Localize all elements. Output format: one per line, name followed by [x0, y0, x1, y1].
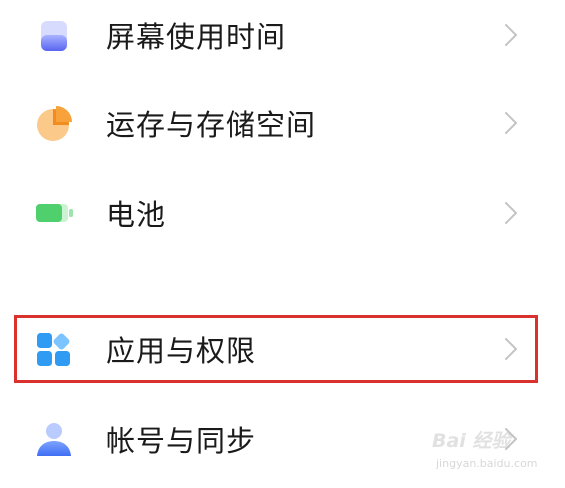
chevron-right-icon — [503, 110, 519, 136]
settings-item-label: 运存与存储空间 — [106, 108, 317, 142]
baidu-jingyan-watermark: Bai 经验 jingyan.baidu.com — [424, 420, 556, 480]
settings-item-label: 帐号与同步 — [106, 424, 257, 458]
account-icon — [34, 419, 74, 459]
settings-item-storage[interactable]: 运存与存储空间 — [0, 88, 565, 158]
screen-time-icon — [34, 15, 74, 55]
watermark-url: jingyan.baidu.com — [436, 457, 538, 470]
chevron-right-icon — [503, 336, 519, 362]
apps-icon — [34, 329, 74, 369]
settings-item-apps-permissions[interactable]: 应用与权限 — [0, 314, 565, 384]
chevron-right-icon — [503, 22, 519, 48]
settings-item-screen-time[interactable]: 屏幕使用时间 — [0, 0, 565, 70]
battery-icon — [34, 193, 74, 233]
storage-pie-icon — [34, 103, 74, 143]
settings-item-label: 屏幕使用时间 — [106, 20, 287, 54]
chevron-right-icon — [503, 200, 519, 226]
settings-item-battery[interactable]: 电池 — [0, 178, 565, 248]
settings-item-label: 电池 — [106, 198, 167, 232]
settings-item-label: 应用与权限 — [106, 334, 257, 368]
watermark-title: Bai 经验 — [432, 430, 511, 452]
